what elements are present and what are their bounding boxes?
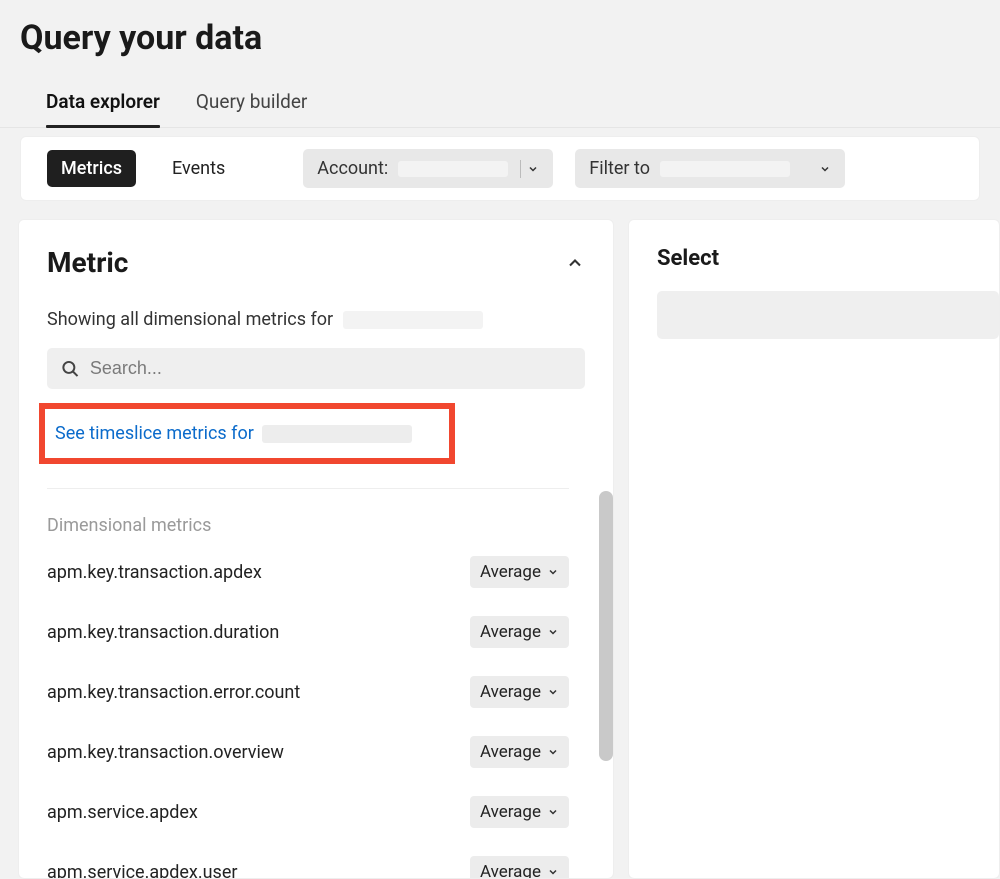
timeslice-redacted: [262, 425, 412, 443]
metric-name[interactable]: apm.service.apdex.user: [47, 862, 237, 879]
metric-name[interactable]: apm.service.apdex: [47, 802, 198, 823]
metric-name[interactable]: apm.key.transaction.apdex: [47, 562, 262, 583]
account-dropdown[interactable]: Account:: [303, 149, 553, 188]
aggregation-dropdown[interactable]: Average: [470, 796, 569, 828]
tab-data-explorer[interactable]: Data explorer: [46, 82, 160, 127]
showing-text: Showing all dimensional metrics for: [47, 309, 333, 330]
chevron-down-icon: [547, 746, 559, 758]
filter-label: Filter to: [589, 158, 650, 179]
metric-name[interactable]: apm.key.transaction.overview: [47, 742, 284, 763]
search-input-container[interactable]: [47, 348, 585, 389]
select-title: Select: [657, 246, 999, 271]
aggregation-dropdown[interactable]: Average: [470, 676, 569, 708]
tab-query-builder[interactable]: Query builder: [196, 82, 308, 127]
chevron-down-icon: [819, 163, 831, 175]
showing-redacted: [343, 311, 483, 329]
chevron-down-icon: [547, 566, 559, 578]
account-label: Account:: [317, 158, 388, 179]
account-redacted: [398, 161, 508, 177]
metric-row: apm.service.apdex.user Average: [47, 842, 569, 879]
aggregation-dropdown[interactable]: Average: [470, 616, 569, 648]
metrics-toggle[interactable]: Metrics: [47, 150, 136, 187]
metric-name[interactable]: apm.key.transaction.duration: [47, 622, 279, 643]
metric-panel: Metric Showing all dimensional metrics f…: [18, 219, 614, 879]
filter-dropdown[interactable]: Filter to: [575, 149, 845, 188]
toolbar: Metrics Events Account: Filter to: [20, 136, 980, 201]
aggregation-dropdown[interactable]: Average: [470, 556, 569, 588]
scrollbar[interactable]: [599, 491, 613, 761]
tabs: Data explorer Query builder: [0, 82, 1000, 128]
metric-row: apm.service.apdex Average: [47, 782, 569, 842]
metric-row: apm.key.transaction.duration Average: [47, 602, 569, 662]
events-toggle[interactable]: Events: [158, 150, 239, 187]
search-icon: [61, 359, 80, 379]
search-input[interactable]: [90, 358, 571, 379]
chevron-up-icon[interactable]: [565, 253, 585, 273]
metric-title: Metric: [47, 246, 128, 279]
select-panel: Select: [628, 219, 1000, 879]
metric-row: apm.key.transaction.error.count Average: [47, 662, 569, 722]
chevron-down-icon: [527, 163, 539, 175]
chevron-down-icon: [547, 686, 559, 698]
metric-row: apm.key.transaction.apdex Average: [47, 542, 569, 602]
metric-name[interactable]: apm.key.transaction.error.count: [47, 682, 300, 703]
chevron-down-icon: [547, 866, 559, 878]
select-placeholder[interactable]: [657, 291, 999, 339]
chevron-down-icon: [547, 806, 559, 818]
page-title: Query your data: [0, 0, 1000, 82]
section-label: Dimensional metrics: [19, 489, 613, 542]
chevron-down-icon: [547, 626, 559, 638]
aggregation-dropdown[interactable]: Average: [470, 736, 569, 768]
metric-row: apm.key.transaction.overview Average: [47, 722, 569, 782]
timeslice-link-highlight: See timeslice metrics for: [39, 403, 455, 464]
divider-bar: [520, 160, 521, 178]
metric-list: apm.key.transaction.apdex Average apm.ke…: [19, 542, 613, 879]
filter-redacted: [660, 161, 790, 177]
timeslice-link[interactable]: See timeslice metrics for: [55, 423, 254, 444]
